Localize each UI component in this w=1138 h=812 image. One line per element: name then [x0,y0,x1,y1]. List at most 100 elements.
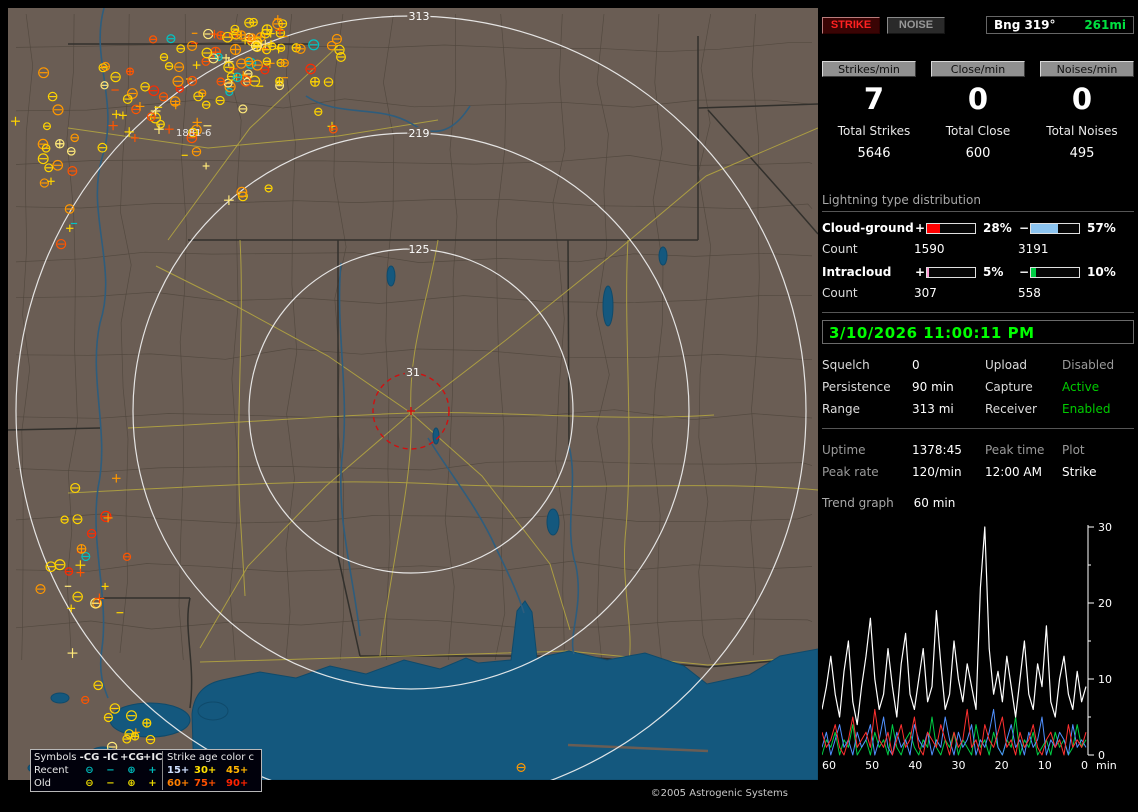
strike-symbol-cg- [265,185,272,192]
intracloud-count-row: Count 307 558 [822,286,1134,300]
strike-symbol-cg+ [127,68,134,75]
strike-symbol-cg- [71,484,80,493]
rate-values-row: 7 0 0 [822,84,1134,114]
map-text-labels: 313219125311881-6 [176,10,430,415]
strike-symbol-cg- [73,592,82,601]
persistence-label: Persistence [822,380,912,394]
peak-time-value: 12:00 AM [985,465,1062,479]
cloud-ground-row: Cloud-ground + 28% − 57% [822,221,1134,235]
strike-symbol-ic+ [66,225,73,232]
peak-rate-value: 120/min [912,465,985,479]
timestamp: 3/10/2026 11:00:11 PM [829,324,1035,342]
strike-symbol-cg- [246,58,256,68]
peak-time-label: Peak time [985,443,1062,457]
legend-row-recent: Recent [34,764,78,777]
pos-cg-recent-icon: ⊕ [120,764,143,777]
close-per-min-button[interactable]: Close/min [931,61,1025,77]
strike-symbol-cg- [223,32,233,42]
age-30: 30+ [194,764,226,777]
strike-symbol-cg- [263,46,271,54]
strike-symbol-cg- [53,105,63,115]
strike-symbol-cg- [281,59,288,66]
strike-symbol-cg- [239,105,247,113]
trend-x-tick: 0 [1081,759,1088,772]
strike-symbol-cg+ [262,25,272,35]
info-grid: Uptime 1378:45 Peak time Plot Peak rate … [822,443,1134,479]
strike-symbol-cg- [88,530,96,538]
control-panel: STRIKE NOISE Bng 319° 261mi Strikes/min … [822,8,1134,804]
legend-symbols-header: Symbols [34,751,78,764]
neg-cg-recent-icon: ⊖ [78,764,101,777]
strike-symbol-cg- [82,696,89,703]
map-annotation: 1881-6 [176,128,211,139]
strike-symbol-cg- [73,515,82,524]
strikes-per-min-value: 7 [822,84,926,114]
trend-y-tick: 0 [1098,749,1105,759]
pos-cg-old-icon: ⊕ [120,777,143,790]
bearing-range: 261mi [1084,18,1126,32]
strike-symbol-cg- [48,92,56,100]
total-close-value: 600 [926,146,1030,161]
legend-row-old: Old [34,777,78,790]
range-value: 313 mi [912,402,985,416]
receiver-label: Receiver [985,402,1062,416]
strike-symbol-ic+ [131,134,139,142]
age-60: 60+ [162,777,194,790]
strike-symbol-cg- [38,154,48,164]
strike-symbol-cg- [216,96,224,104]
noises-per-min-button[interactable]: Noises/min [1040,61,1134,77]
strikes-per-min-button[interactable]: Strikes/min [822,61,916,77]
upload-label: Upload [985,358,1062,372]
strike-symbol-cg- [160,54,167,61]
strike-button[interactable]: STRIKE [822,17,880,34]
map-svg[interactable]: 313219125311881-6 [8,8,818,780]
strike-symbol-cg- [167,35,175,43]
trend-x-tick: 30 [951,759,965,772]
capture-status: Active [1062,380,1134,394]
ic-pos-bar-fill [927,268,929,277]
intracloud-label: Intracloud [822,265,914,279]
strike-symbol-cg- [71,134,78,141]
mode-row: STRIKE NOISE Bng 319° 261mi [822,16,1134,34]
total-close-label: Total Close [926,124,1030,138]
bearing-label: Bng 319° [994,18,1056,32]
count-label: Count [822,286,914,300]
total-noises-label: Total Noises [1030,124,1134,138]
trend-graph-label: Trend graph [822,496,894,510]
divider [822,428,1134,429]
legend-col-neg-ic: -IC [101,751,120,764]
cg-neg-bar [1030,223,1080,234]
strike-symbol-cg- [315,108,322,115]
plot-value: Strike [1062,465,1134,479]
noise-button[interactable]: NOISE [887,17,945,34]
strike-symbol-cg- [202,48,212,58]
ring-label-31: 31 [406,366,420,379]
strike-symbol-cg- [65,568,72,575]
strike-symbol-ic+ [77,569,85,577]
strike-symbol-cg+ [237,31,245,39]
strike-symbol-cg- [237,59,246,68]
strike-symbol-cg- [68,167,77,176]
strike-symbol-cg- [173,76,183,86]
strike-symbol-cg- [82,553,90,561]
strike-symbol-cg+ [276,77,283,84]
strike-symbol-cg- [42,145,49,152]
neg-cg-old-icon: ⊖ [78,777,101,790]
strike-symbol-cg- [149,86,159,96]
age-90: 90+ [226,777,254,790]
trend-x-axis-labels: 6050403020100 [822,759,1088,772]
ic-neg-bar [1030,267,1080,278]
lightning-map[interactable]: 313219125311881-6 [8,8,818,780]
neg-ic-recent-icon: − [101,764,120,777]
cg-neg-count: 3191 [1018,242,1122,256]
strike-symbol-ic+ [203,163,210,170]
legend-col-pos-cg: +CG [120,751,143,764]
total-strikes-cell: Total Strikes 5646 [822,124,926,161]
totals-row: Total Strikes 5646 Total Close 600 Total… [822,124,1134,161]
strike-symbol-cg- [192,148,200,156]
strike-symbol-cg- [159,93,167,101]
strike-symbol-cg- [128,89,138,99]
strike-symbol-cg- [36,585,45,594]
strike-symbol-cg- [141,83,149,91]
neg-ic-old-icon: − [101,777,120,790]
